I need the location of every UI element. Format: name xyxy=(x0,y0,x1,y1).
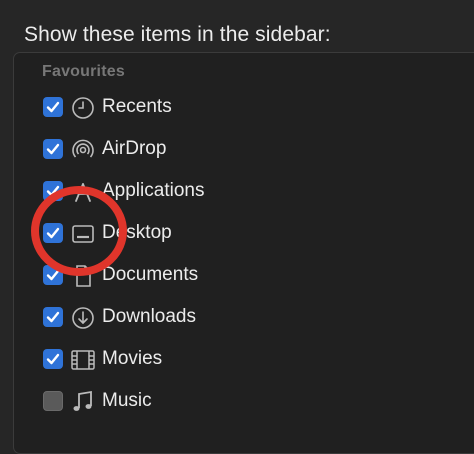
sidebar-option-applications: Applications xyxy=(43,177,463,207)
sidebar-option-airdrop: AirDrop xyxy=(43,135,463,165)
checkbox-movies[interactable] xyxy=(43,349,63,369)
checkbox-music[interactable] xyxy=(43,391,63,411)
sidebar-option-label: AirDrop xyxy=(102,138,167,159)
sidebar-option-movies: Movies xyxy=(43,345,463,375)
sidebar-option-desktop: Desktop xyxy=(43,219,463,249)
checkbox-desktop[interactable] xyxy=(43,223,63,243)
sidebar-option-label: Applications xyxy=(102,180,205,201)
checkbox-airdrop[interactable] xyxy=(43,139,63,159)
sidebar-option-label: Downloads xyxy=(102,306,196,327)
sidebar-option-documents: Documents xyxy=(43,261,463,291)
sidebar-option-label: Desktop xyxy=(102,222,172,243)
document-icon xyxy=(70,263,96,289)
sidebar-option-label: Documents xyxy=(102,264,199,285)
checkbox-documents[interactable] xyxy=(43,265,63,285)
applications-icon xyxy=(70,179,96,205)
section-label-favourites: Favourites xyxy=(42,63,125,80)
sidebar-option-label: Recents xyxy=(102,96,172,117)
clock-icon xyxy=(70,95,96,121)
sidebar-option-label: Music xyxy=(102,390,152,411)
dialog-heading: Show these items in the sidebar: xyxy=(24,23,331,46)
music-note-icon xyxy=(70,389,96,415)
sidebar-option-recents: Recents xyxy=(43,93,463,123)
film-icon xyxy=(70,347,96,373)
download-icon xyxy=(70,305,96,331)
checkbox-applications[interactable] xyxy=(43,181,63,201)
airdrop-icon xyxy=(70,137,96,163)
sidebar-option-label: Movies xyxy=(102,348,163,369)
checkbox-recents[interactable] xyxy=(43,97,63,117)
checkbox-downloads[interactable] xyxy=(43,307,63,327)
sidebar-option-music: Music xyxy=(43,387,463,417)
desktop-icon xyxy=(70,221,96,247)
sidebar-option-downloads: Downloads xyxy=(43,303,463,333)
